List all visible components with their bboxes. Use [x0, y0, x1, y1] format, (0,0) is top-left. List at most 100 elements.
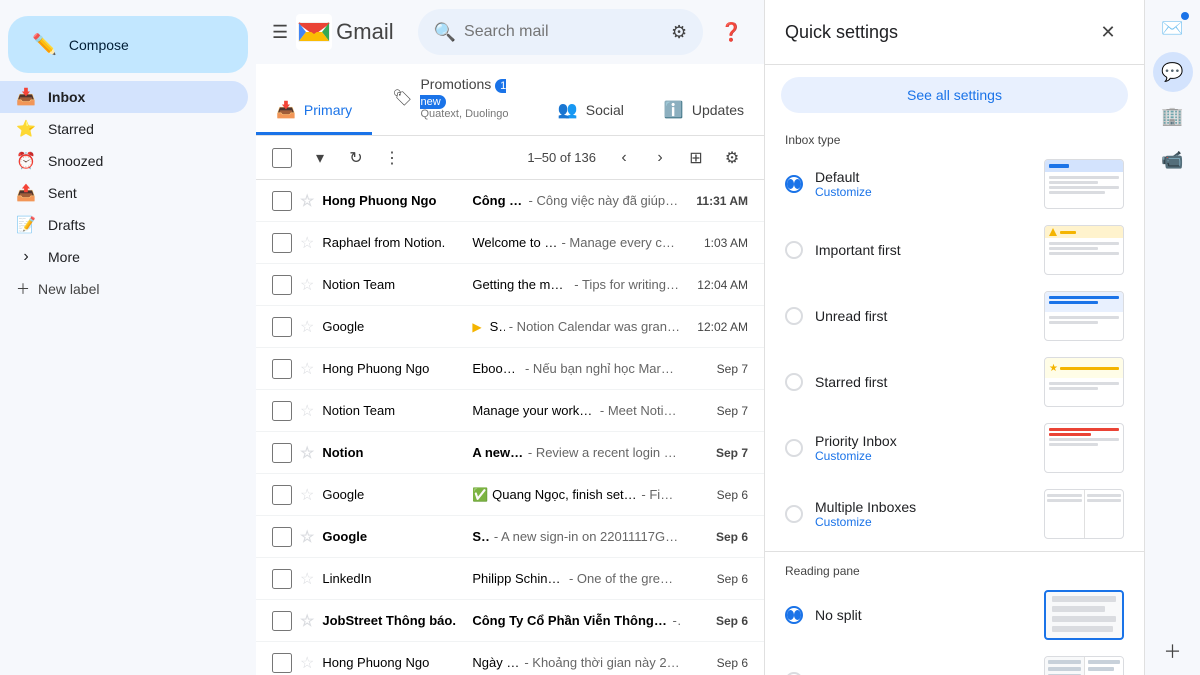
table-row[interactable]: ☆ Hong Phuong Ngo Ngày này, 2 năm trước,… — [256, 642, 764, 675]
table-row[interactable]: ☆ Notion Team Manage your work and time … — [256, 390, 764, 432]
customize-priority-link[interactable]: Customize — [815, 449, 1032, 463]
nav-item-inbox[interactable]: 📥 Inbox — [0, 81, 248, 113]
tab-primary[interactable]: 📥 Primary — [256, 88, 372, 135]
compose-button[interactable]: ✏️ Compose — [8, 16, 248, 73]
email-checkbox[interactable] — [272, 401, 292, 421]
table-row[interactable]: ☆ Google ▶ Security alert - Notion Calen… — [256, 306, 764, 348]
email-content: Philipp Schindler just posted something … — [472, 571, 680, 586]
prev-page-button[interactable]: ‹ — [608, 142, 640, 174]
select-dropdown-button[interactable]: ▾ — [304, 142, 336, 174]
email-checkbox[interactable] — [272, 527, 292, 547]
add-icon: ＋ — [16, 279, 30, 299]
reading-pane-section-title: Reading pane — [765, 556, 1144, 582]
star-button[interactable]: ☆ — [300, 443, 314, 463]
tab-primary-label: Primary — [304, 102, 352, 118]
refresh-button[interactable]: ↻ — [340, 142, 372, 174]
customize-default-link[interactable]: Customize — [815, 185, 1032, 199]
sender-name: Hong Phuong Ngo — [322, 655, 472, 670]
help-button[interactable]: ❓ — [711, 12, 751, 52]
reading-pane-no-split[interactable]: No split — [765, 582, 1144, 648]
email-checkbox[interactable] — [272, 317, 292, 337]
table-row[interactable]: ☆ Hong Phuong Ngo Ebook Marketing miễn p… — [256, 348, 764, 390]
compose-icon: ✏️ — [32, 32, 57, 57]
nav-item-sent[interactable]: 📤 Sent — [0, 177, 248, 209]
table-row[interactable]: ☆ JobStreet Thông báo. Công Ty Cổ Phần V… — [256, 600, 764, 642]
vtab-spaces[interactable]: 🏢 — [1153, 96, 1193, 136]
star-button[interactable]: ☆ — [300, 359, 314, 379]
radio-no-split — [785, 606, 803, 624]
email-time: Sep 7 — [688, 362, 748, 376]
search-input[interactable] — [464, 23, 671, 41]
star-button[interactable]: ☆ — [300, 485, 314, 505]
add-label-button[interactable]: ＋ New label — [0, 273, 256, 305]
table-row[interactable]: ☆ Notion Team Getting the most out of Q&… — [256, 264, 764, 306]
more-toolbar-button[interactable]: ⋮ — [376, 142, 408, 174]
quick-settings-close-button[interactable]: ✕ — [1092, 16, 1124, 48]
nav-item-snoozed[interactable]: ⏰ Snoozed — [0, 145, 248, 177]
star-button[interactable]: ☆ — [300, 611, 314, 631]
vtab-mail[interactable]: ✉️ — [1153, 8, 1193, 48]
table-row[interactable]: ☆ LinkedIn Philipp Schindler just posted… — [256, 558, 764, 600]
nav-item-more[interactable]: › More — [0, 241, 248, 273]
table-row[interactable]: ☆ Google ✅ Quang Ngọc, finish setting up… — [256, 474, 764, 516]
star-button[interactable]: ☆ — [300, 317, 314, 337]
vtab-meet[interactable]: 📹 — [1153, 140, 1193, 180]
tab-updates[interactable]: ℹ️ Updates — [644, 88, 764, 135]
inbox-option-default-label: Default — [815, 169, 1032, 185]
star-button[interactable]: ☆ — [300, 527, 314, 547]
search-options-button[interactable]: ⚙ — [671, 22, 687, 43]
inbox-option-priority[interactable]: Priority Inbox Customize — [765, 415, 1144, 481]
reading-pane-right[interactable]: Right of inbox — [765, 648, 1144, 675]
email-checkbox[interactable] — [272, 233, 292, 253]
nav-item-starred[interactable]: ⭐ Starred — [0, 113, 248, 145]
email-checkbox[interactable] — [272, 569, 292, 589]
star-button[interactable]: ☆ — [300, 569, 314, 589]
vtab-chat[interactable]: 💬 — [1153, 52, 1193, 92]
table-row[interactable]: ☆ Google Security alert - A new sign-in … — [256, 516, 764, 558]
hamburger-button[interactable]: ☰ — [272, 12, 288, 52]
email-checkbox[interactable] — [272, 443, 292, 463]
divider — [765, 551, 1144, 552]
inbox-option-default[interactable]: Default Customize — [765, 151, 1144, 217]
email-list: ☆ Hong Phuong Ngo Công việc freelancer đ… — [256, 180, 764, 675]
sender-name: Hong Phuong Ngo — [322, 361, 472, 376]
add-vtab-icon: ＋ — [1164, 638, 1182, 664]
star-button[interactable]: ☆ — [300, 191, 314, 211]
table-row[interactable]: ☆ Notion A new device logged into your a… — [256, 432, 764, 474]
inbox-option-multiple[interactable]: Multiple Inboxes Customize — [765, 481, 1144, 547]
tab-promotions[interactable]: 🏷 Promotions 1 new Quatext, Duolingo — [372, 64, 538, 135]
email-checkbox[interactable] — [272, 653, 292, 673]
quick-settings-header: Quick settings ✕ — [765, 0, 1144, 65]
see-all-settings-button[interactable]: See all settings — [781, 77, 1128, 113]
nav-item-drafts[interactable]: 📝 Drafts — [0, 209, 248, 241]
table-row[interactable]: ☆ Raphael from Notion. Welcome to Notion… — [256, 222, 764, 264]
gmail-logo-icon — [296, 14, 332, 50]
table-row[interactable]: ☆ Hong Phuong Ngo Công việc freelancer đ… — [256, 180, 764, 222]
settings-view-button[interactable]: ⚙ — [716, 142, 748, 174]
next-page-button[interactable]: › — [644, 142, 676, 174]
email-checkbox[interactable] — [272, 191, 292, 211]
email-checkbox[interactable] — [272, 611, 292, 631]
customize-multiple-link[interactable]: Customize — [815, 515, 1032, 529]
inbox-option-unread-first[interactable]: Unread first — [765, 283, 1144, 349]
star-button[interactable]: ☆ — [300, 401, 314, 421]
vtab-add[interactable]: ＋ — [1153, 631, 1193, 671]
email-checkbox[interactable] — [272, 485, 292, 505]
email-checkbox[interactable] — [272, 359, 292, 379]
search-bar[interactable]: 🔍 ⚙ — [418, 9, 704, 55]
star-button[interactable]: ☆ — [300, 233, 314, 253]
star-button[interactable]: ☆ — [300, 275, 314, 295]
inbox-preview-unread — [1044, 291, 1124, 341]
inbox-option-starred-first[interactable]: Starred first ★ — [765, 349, 1144, 415]
inbox-option-important-label: Important first — [815, 242, 1032, 258]
email-subject: Getting the most out of Q&A — [472, 277, 570, 292]
email-checkbox[interactable] — [272, 275, 292, 295]
inbox-option-important-first[interactable]: Important first — [765, 217, 1144, 283]
select-all-checkbox[interactable] — [272, 148, 292, 168]
tab-social[interactable]: 👥 Social — [538, 88, 644, 135]
view-button[interactable]: ⊞ — [680, 142, 712, 174]
sender-name: Notion — [322, 445, 472, 460]
inbox-preview-default — [1044, 159, 1124, 209]
star-button[interactable]: ☆ — [300, 653, 314, 673]
sent-icon: 📤 — [16, 183, 36, 203]
